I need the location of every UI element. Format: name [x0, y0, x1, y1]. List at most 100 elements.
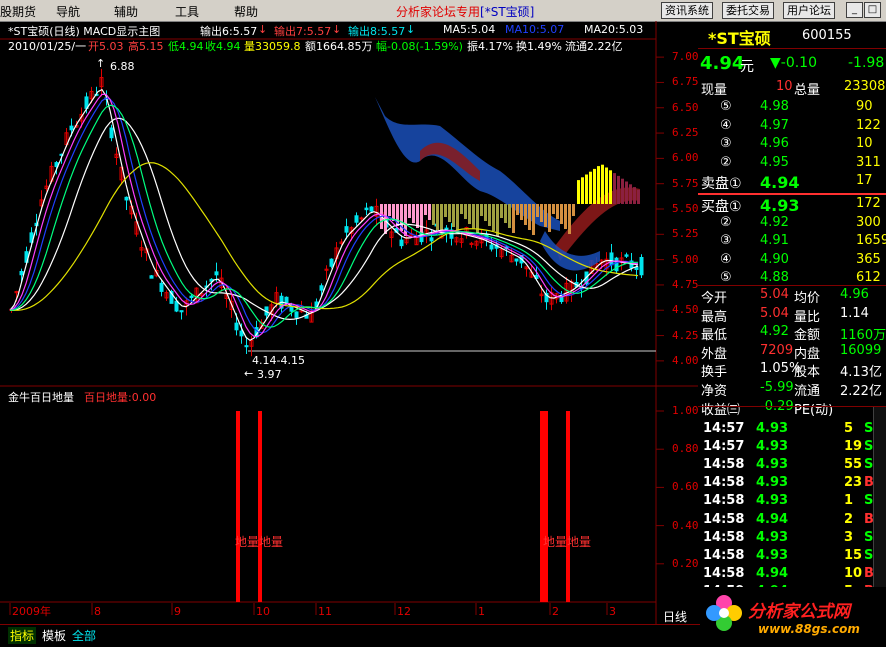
kline-chart[interactable]: 2009年 8 9 10 11 12 1 2 3	[0, 21, 698, 625]
menu-item-futures[interactable]: 股期货	[0, 3, 36, 20]
logo-text: 分析家公式网	[748, 602, 850, 622]
macd-bar	[432, 204, 435, 225]
candle	[109, 127, 114, 139]
macd-bar	[472, 204, 475, 229]
buy-level[interactable]: 买盘① 4.93 172	[698, 196, 886, 215]
tick-row: 14:58 4.93 3 S	[698, 530, 886, 548]
candle	[294, 311, 299, 318]
arrow-down-icon: ↓	[258, 23, 268, 36]
candle	[214, 271, 219, 276]
tick-row: 14:58 4.93 1 S	[698, 493, 886, 511]
macd-bar	[416, 204, 419, 228]
price-tick-label: 4.50	[672, 303, 699, 317]
x-tick-label: 2	[552, 605, 559, 618]
stats-row: 最高 5.04 量比 1.14	[698, 306, 886, 325]
sell-level[interactable]: ④ 4.97 122	[698, 118, 886, 136]
candle	[284, 296, 289, 304]
output7-label: 输出7:5.57	[274, 25, 332, 38]
sell-level[interactable]: 卖盘① 4.94 17	[698, 173, 886, 192]
stat-label: 收益㈢	[701, 402, 741, 418]
indicator-series-label: 百日地量:0.00	[84, 391, 157, 404]
tick-time: 14:58	[703, 511, 745, 527]
tick-time: 14:58	[703, 529, 745, 545]
macd-bar	[444, 204, 447, 217]
macd-bar	[528, 204, 531, 230]
flower-logo-icon	[706, 595, 742, 631]
maximize-icon[interactable]: □	[864, 2, 881, 18]
tick-row: 14:58 4.94 2 B	[698, 512, 886, 530]
menu-item-tools[interactable]: 工具	[175, 3, 199, 20]
low-mark-label: 3.97	[257, 368, 282, 381]
order-price: 4.98	[760, 99, 789, 114]
stats-row: 净资 -5.99 流通 2.22亿	[698, 380, 886, 399]
price-change: ▼-0.10	[770, 55, 817, 71]
macd-bar	[613, 173, 616, 204]
order-vol: 612	[856, 270, 881, 286]
indicator-tick-label: 1.00	[672, 404, 699, 417]
stat-label: 最高	[701, 309, 728, 325]
sell-level[interactable]: ② 4.95 311	[698, 155, 886, 173]
x-tick-label: 12	[397, 605, 411, 618]
arrow-icon: ↑	[96, 57, 106, 70]
sell-level[interactable]: ③ 4.96 10	[698, 136, 886, 154]
macd-bar	[605, 167, 608, 204]
menu-item-help[interactable]: 帮助	[234, 3, 258, 20]
macd-bar	[609, 170, 612, 204]
buy-level[interactable]: ③ 4.91 1659	[698, 233, 886, 251]
bar-high: 高5.15	[128, 40, 164, 53]
candle	[514, 258, 519, 262]
buy-level[interactable]: ④ 4.90 365	[698, 252, 886, 270]
order-label: 买盘①	[701, 199, 742, 215]
tick-price: 4.94	[756, 511, 789, 527]
now-vol: 10	[776, 79, 793, 94]
macd-bar	[464, 204, 467, 219]
ticks-separator	[698, 406, 886, 407]
tab-indicator[interactable]: 指标	[8, 627, 37, 644]
signal-label-2: 地量地量	[543, 535, 592, 549]
candle	[174, 300, 179, 312]
news-system-button[interactable]: 资讯系统	[661, 2, 713, 19]
tick-row: 14:57 4.93 5 S	[698, 421, 886, 439]
candle	[364, 207, 369, 211]
output8-label: 输出8:5.57	[348, 25, 406, 38]
volume-row: 现量 10 总量 23308	[698, 79, 886, 98]
logo-url: www.88gs.com	[758, 622, 860, 636]
order-vol: 365	[856, 251, 881, 267]
period-label[interactable]: 日线	[663, 608, 687, 625]
macd-bar	[500, 204, 503, 218]
indicator-tick-label: 0.40	[672, 518, 699, 532]
order-label: ②	[720, 154, 732, 170]
menu-item-assist[interactable]: 辅助	[114, 3, 138, 20]
macd-bar	[585, 174, 588, 204]
price-tick-label: 6.75	[672, 75, 699, 89]
tick-price: 4.93	[756, 547, 789, 563]
stat-label: 外盘	[701, 346, 728, 362]
x-tick-label: 3	[609, 605, 616, 618]
sell-level[interactable]: ⑤ 4.98 90	[698, 99, 886, 117]
buy-level[interactable]: ② 4.92 300	[698, 215, 886, 233]
stock-name: *ST宝硕	[708, 29, 771, 48]
indicator-title: 金牛百日地量	[8, 391, 74, 404]
macd-bar	[524, 204, 527, 225]
menu-bar: 股期货 导航 辅助 工具 帮助 分析家论坛专用[*ST宝硕] 资讯系统 委托交易…	[0, 0, 886, 22]
trade-button[interactable]: 委托交易	[722, 2, 774, 19]
chart-area[interactable]: 2009年 8 9 10 11 12 1 2 3 *ST宝硕(日线) MACD显示主图 输出6:…	[0, 21, 699, 625]
macd-bar	[621, 178, 624, 204]
tick-price: 4.93	[756, 421, 789, 436]
tick-time: 14:57	[703, 421, 745, 436]
indicator-tick-label: 0.20	[672, 556, 699, 570]
stat-value: 4.96	[840, 287, 869, 302]
menu-item-navigate[interactable]: 导航	[56, 3, 80, 20]
order-vol: 122	[856, 117, 881, 133]
tick-time: 14:58	[703, 493, 745, 509]
candle	[239, 330, 244, 337]
forum-button[interactable]: 用户论坛	[783, 2, 835, 19]
order-vol: 311	[856, 154, 881, 170]
price-tick-label: 6.00	[672, 151, 699, 165]
minimize-icon[interactable]: _	[846, 2, 863, 18]
range-label: 4.14-4.15	[252, 354, 305, 367]
tab-template[interactable]: 模板	[40, 627, 68, 644]
price-tick-label: 5.75	[672, 176, 699, 190]
tick-price: 4.93	[756, 475, 789, 491]
tab-all[interactable]: 全部	[70, 627, 98, 644]
